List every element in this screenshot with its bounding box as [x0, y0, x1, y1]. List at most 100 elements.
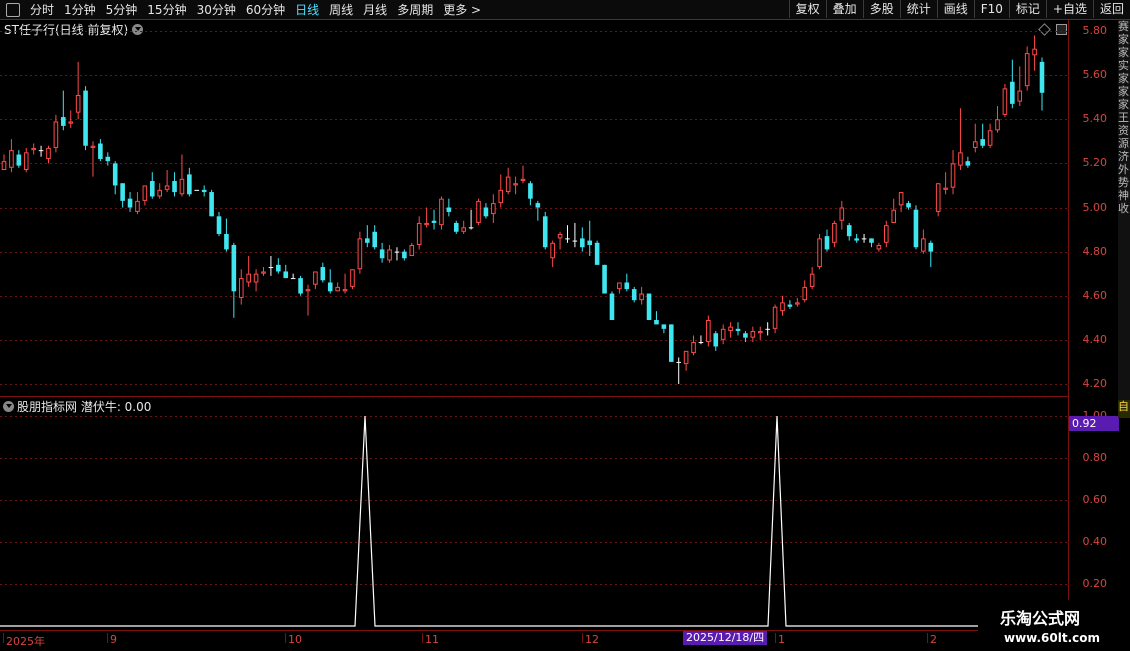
candle-body: [476, 200, 481, 223]
candle-body: [898, 192, 904, 206]
side-strip-label[interactable]: 自: [1118, 400, 1130, 418]
date-tick-label: 9: [107, 633, 117, 646]
candle-body: [832, 222, 837, 243]
candle-body: [505, 176, 511, 193]
candle-body: [68, 121, 74, 124]
candle-body: [854, 238, 859, 241]
candle-body: [453, 222, 459, 232]
candle-body: [965, 161, 971, 166]
date-tick-label: 2: [927, 633, 937, 646]
candle-body: [135, 200, 140, 212]
function-button-8[interactable]: 返回: [1092, 0, 1130, 18]
candle-body: [120, 183, 125, 201]
indicator-tick-label: 0.60: [1082, 493, 1108, 506]
candle-body: [379, 249, 385, 259]
candle-body: [342, 289, 348, 292]
candle-body: [609, 293, 615, 320]
candle-body: [290, 278, 296, 280]
candle-body: [90, 145, 96, 148]
candle-body: [335, 286, 340, 292]
candle-body: [735, 328, 741, 332]
side-strip[interactable]: 赛家家实家家家王资源济外势神收: [1118, 20, 1130, 400]
candle-body: [720, 328, 726, 340]
candle-body: [172, 181, 177, 193]
candle-body: [112, 163, 118, 186]
candle-body: [706, 320, 711, 343]
candle-body: [424, 222, 429, 226]
candle-body: [238, 278, 244, 298]
candle-body: [164, 185, 170, 190]
candle-body: [535, 203, 541, 208]
candle-body: [157, 189, 162, 197]
candle-body: [631, 289, 637, 301]
candle-body: [683, 350, 689, 365]
candle-body: [654, 320, 659, 325]
candle-body: [1002, 88, 1008, 115]
candle-body: [787, 304, 793, 307]
indicator-tick-label: 0.80: [1082, 451, 1108, 464]
price-tick-label: 5.40: [1082, 112, 1108, 126]
candle-body: [1, 161, 7, 170]
candle-body: [446, 207, 452, 212]
price-tick-label: 4.80: [1082, 244, 1108, 258]
candle-body: [743, 333, 748, 338]
candle-body: [557, 233, 563, 239]
candle-body: [201, 189, 207, 193]
candle-body: [757, 331, 763, 334]
candle-body: [9, 150, 14, 168]
candle-body: [995, 119, 1000, 131]
candle-body: [246, 273, 251, 283]
kline-chart[interactable]: [0, 0, 1068, 630]
candle-body: [513, 183, 518, 186]
candle-body: [320, 267, 326, 281]
candle-body: [1017, 90, 1023, 102]
candle-body: [913, 209, 919, 248]
candle-body: [31, 147, 36, 151]
candle-body: [83, 90, 88, 146]
candle-body: [935, 183, 941, 212]
candle-body: [46, 147, 51, 159]
candle-body: [928, 242, 934, 252]
candle-body: [980, 139, 985, 146]
candle-body: [824, 236, 830, 250]
candle-body: [624, 282, 630, 290]
candle-body: [713, 333, 719, 347]
candle-body: [439, 198, 444, 226]
price-tick-label: 5.00: [1082, 200, 1108, 214]
candle-body: [1010, 81, 1015, 104]
candle-body: [365, 238, 370, 243]
candle-body: [580, 238, 585, 248]
candle-body: [802, 286, 808, 301]
date-tick-label: 11: [422, 633, 439, 646]
candle-body: [268, 267, 274, 269]
candle-body: [98, 143, 103, 159]
indicator-label: 股朋指标网 潜伏牛: 0.00: [17, 400, 152, 414]
candle-body: [780, 302, 785, 312]
indicator-title: 股朋指标网 潜伏牛: 0.00: [3, 398, 151, 415]
candle-body: [869, 238, 874, 243]
indicator-dropdown-icon[interactable]: [3, 401, 14, 412]
candle-body: [520, 178, 526, 182]
candle-body: [253, 273, 259, 283]
price-tick-label: 5.60: [1082, 68, 1108, 82]
candle-body: [750, 331, 756, 338]
candle-body: [765, 328, 770, 330]
candle-body: [1024, 53, 1030, 87]
candle-body: [809, 273, 815, 287]
price-tick-label: 4.40: [1082, 332, 1108, 346]
candle-body: [987, 130, 993, 146]
date-tick-label: 12: [582, 633, 599, 646]
candle-body: [661, 324, 667, 329]
candle-body: [587, 240, 593, 245]
candle-body: [461, 227, 466, 232]
candle-body: [550, 242, 555, 259]
candle-body: [528, 183, 533, 199]
candle-body: [906, 203, 911, 208]
candle-body: [676, 361, 681, 363]
watermark-title: 乐淘公式网: [1000, 609, 1081, 628]
candle-body: [387, 249, 392, 261]
indicator-current-value: 0.92: [1069, 416, 1119, 431]
candle-body: [861, 238, 867, 240]
candle-body: [846, 225, 852, 237]
candle-body: [728, 326, 733, 332]
